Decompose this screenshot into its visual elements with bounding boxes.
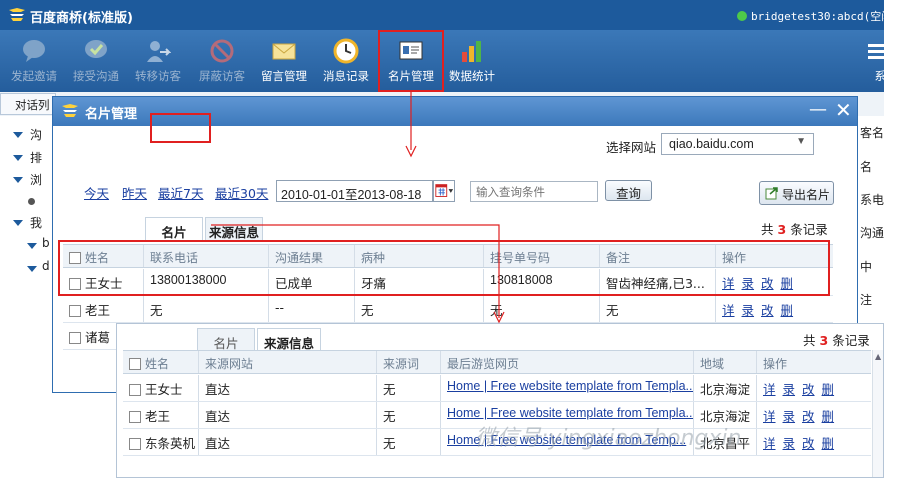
site-label: 选择网站 — [606, 140, 657, 155]
col-actions: 操作 — [756, 351, 871, 373]
tab-card[interactable]: 名片 — [145, 217, 203, 241]
record-count: 共 3 条记录 — [803, 333, 870, 348]
delete-link[interactable]: 删 — [822, 382, 835, 397]
online-status-icon — [737, 11, 747, 21]
query-input[interactable] — [470, 181, 598, 202]
conversation-list-tab[interactable]: 对话列 — [0, 93, 56, 115]
tab-card[interactable]: 名片 — [197, 328, 255, 351]
message-history-button[interactable]: 消息记录 — [316, 34, 376, 90]
close-icon[interactable]: ✕ — [835, 98, 852, 122]
expand-arrow-icon[interactable] — [13, 177, 23, 183]
query-button[interactable]: 查询 — [605, 180, 652, 201]
detail-link[interactable]: 详 — [763, 409, 776, 424]
transfer-visitor-button[interactable]: 转移访客 — [128, 34, 188, 90]
detail-link[interactable]: 详 — [722, 303, 735, 318]
edit-link[interactable]: 改 — [802, 382, 815, 397]
title-bar: 百度商桥(标准版) bridgetest30:abcd(空闲) — [0, 0, 884, 30]
dialog-title: 名片管理 — [85, 107, 138, 122]
edit-link[interactable]: 改 — [802, 436, 815, 451]
message-manage-button[interactable]: 留言管理 — [254, 34, 314, 90]
menu-icon — [868, 44, 884, 59]
row-checkbox[interactable] — [69, 305, 81, 317]
visitor-tree: 沟 排 浏 我 b d — [0, 116, 56, 393]
tree-node[interactable]: 我 — [30, 214, 42, 231]
scrollbar[interactable]: ▲ — [872, 350, 883, 477]
delete-link[interactable]: 删 — [822, 436, 835, 451]
expand-arrow-icon[interactable] — [27, 243, 37, 249]
record-count: 共 3 条记录 — [761, 222, 828, 237]
accept-chat-button[interactable]: 接受沟通 — [66, 34, 126, 90]
detail-link[interactable]: 详 — [763, 436, 776, 451]
app-logo-icon — [9, 8, 25, 21]
scroll-up-icon[interactable]: ▲ — [875, 352, 881, 361]
account-status[interactable]: bridgetest30:abcd(空闲) — [751, 8, 884, 24]
edit-link[interactable]: 改 — [802, 409, 815, 424]
chat-check-icon — [85, 40, 107, 58]
chevron-down-icon: ▼ — [796, 136, 806, 147]
tree-node[interactable]: d — [42, 259, 50, 273]
last-page-link[interactable]: Home | Free website template from Templa… — [447, 406, 693, 420]
col-source-site: 来源网站 — [198, 351, 376, 373]
expand-arrow-icon[interactable] — [13, 155, 23, 161]
filter-7days-link[interactable]: 最近7天 — [158, 183, 203, 202]
source-info-panel: 名片 来源信息 共 3 条记录 姓名 来源网站 来源词 最后游览网页 地域 操作… — [116, 323, 884, 478]
visitor-dot-icon — [28, 198, 35, 205]
delete-link[interactable]: 删 — [822, 409, 835, 424]
record-link[interactable]: 录 — [783, 409, 796, 424]
app-title: 百度商桥(标准版) — [30, 11, 133, 26]
watermark: 微信号:yingxiaozhongxin — [475, 426, 742, 451]
highlight-card-button — [378, 30, 444, 92]
table-row[interactable]: 王女士 直达 无 Home | Free website template fr… — [123, 375, 871, 402]
col-source-keyword: 来源词 — [376, 351, 440, 373]
highlight-first-row — [58, 240, 830, 296]
filter-30days-link[interactable]: 最近30天 — [215, 183, 268, 202]
delete-link[interactable]: 删 — [781, 303, 794, 318]
block-visitor-button[interactable]: 屏蔽访客 — [192, 34, 252, 90]
row-checkbox[interactable] — [129, 438, 141, 450]
col-name: 姓名 — [123, 351, 198, 373]
system-button[interactable]: 系统 — [848, 34, 884, 90]
export-icon — [765, 187, 778, 200]
invite-button[interactable]: 发起邀请 — [4, 34, 64, 90]
tab-source-info[interactable]: 来源信息 — [257, 328, 321, 351]
tree-node[interactable]: b — [42, 236, 50, 250]
envelope-icon — [272, 43, 296, 60]
filter-yesterday-link[interactable]: 昨天 — [122, 183, 147, 202]
chat-bubble-icon — [23, 40, 45, 62]
record-link[interactable]: 录 — [742, 303, 755, 318]
expand-arrow-icon[interactable] — [27, 266, 37, 272]
tree-node[interactable]: 沟 — [30, 126, 42, 143]
block-icon — [210, 39, 234, 63]
col-last-page: 最后游览网页 — [440, 351, 693, 373]
statistics-button[interactable]: 数据统计 — [442, 34, 502, 90]
row-checkbox[interactable] — [129, 411, 141, 423]
minimize-icon[interactable]: — — [809, 99, 827, 120]
row-checkbox[interactable] — [129, 384, 141, 396]
transfer-user-icon — [147, 41, 171, 62]
export-cards-button[interactable]: 导出名片 — [759, 181, 834, 205]
site-select[interactable]: qiao.baidu.com ▼ — [661, 133, 814, 155]
record-link[interactable]: 录 — [783, 436, 796, 451]
row-checkbox[interactable] — [69, 332, 81, 344]
tree-node[interactable]: 排 — [30, 149, 42, 166]
clock-icon — [333, 38, 359, 64]
edit-link[interactable]: 改 — [761, 303, 774, 318]
select-all-checkbox[interactable] — [129, 358, 141, 370]
col-region: 地域 — [693, 351, 756, 373]
expand-arrow-icon[interactable] — [13, 220, 23, 226]
date-range-input[interactable]: 2010-01-01至2013-08-18 — [276, 180, 433, 202]
calendar-icon[interactable] — [433, 180, 455, 202]
record-link[interactable]: 录 — [783, 382, 796, 397]
tree-node[interactable]: 浏 — [30, 171, 42, 188]
table-row[interactable]: 老王 无 -- 无 无 无 详录改删 — [63, 296, 833, 323]
last-page-link[interactable]: Home | Free website template from Templa… — [447, 379, 693, 393]
tab-source-info[interactable]: 来源信息 — [205, 217, 263, 241]
source-table-header: 姓名 来源网站 来源词 最后游览网页 地域 操作 — [123, 350, 871, 374]
bar-chart-icon — [462, 41, 481, 62]
expand-arrow-icon[interactable] — [13, 132, 23, 138]
filter-today-link[interactable]: 今天 — [84, 183, 109, 202]
highlight-source-tab — [150, 113, 211, 143]
detail-link[interactable]: 详 — [763, 382, 776, 397]
app-logo-icon — [62, 104, 78, 117]
